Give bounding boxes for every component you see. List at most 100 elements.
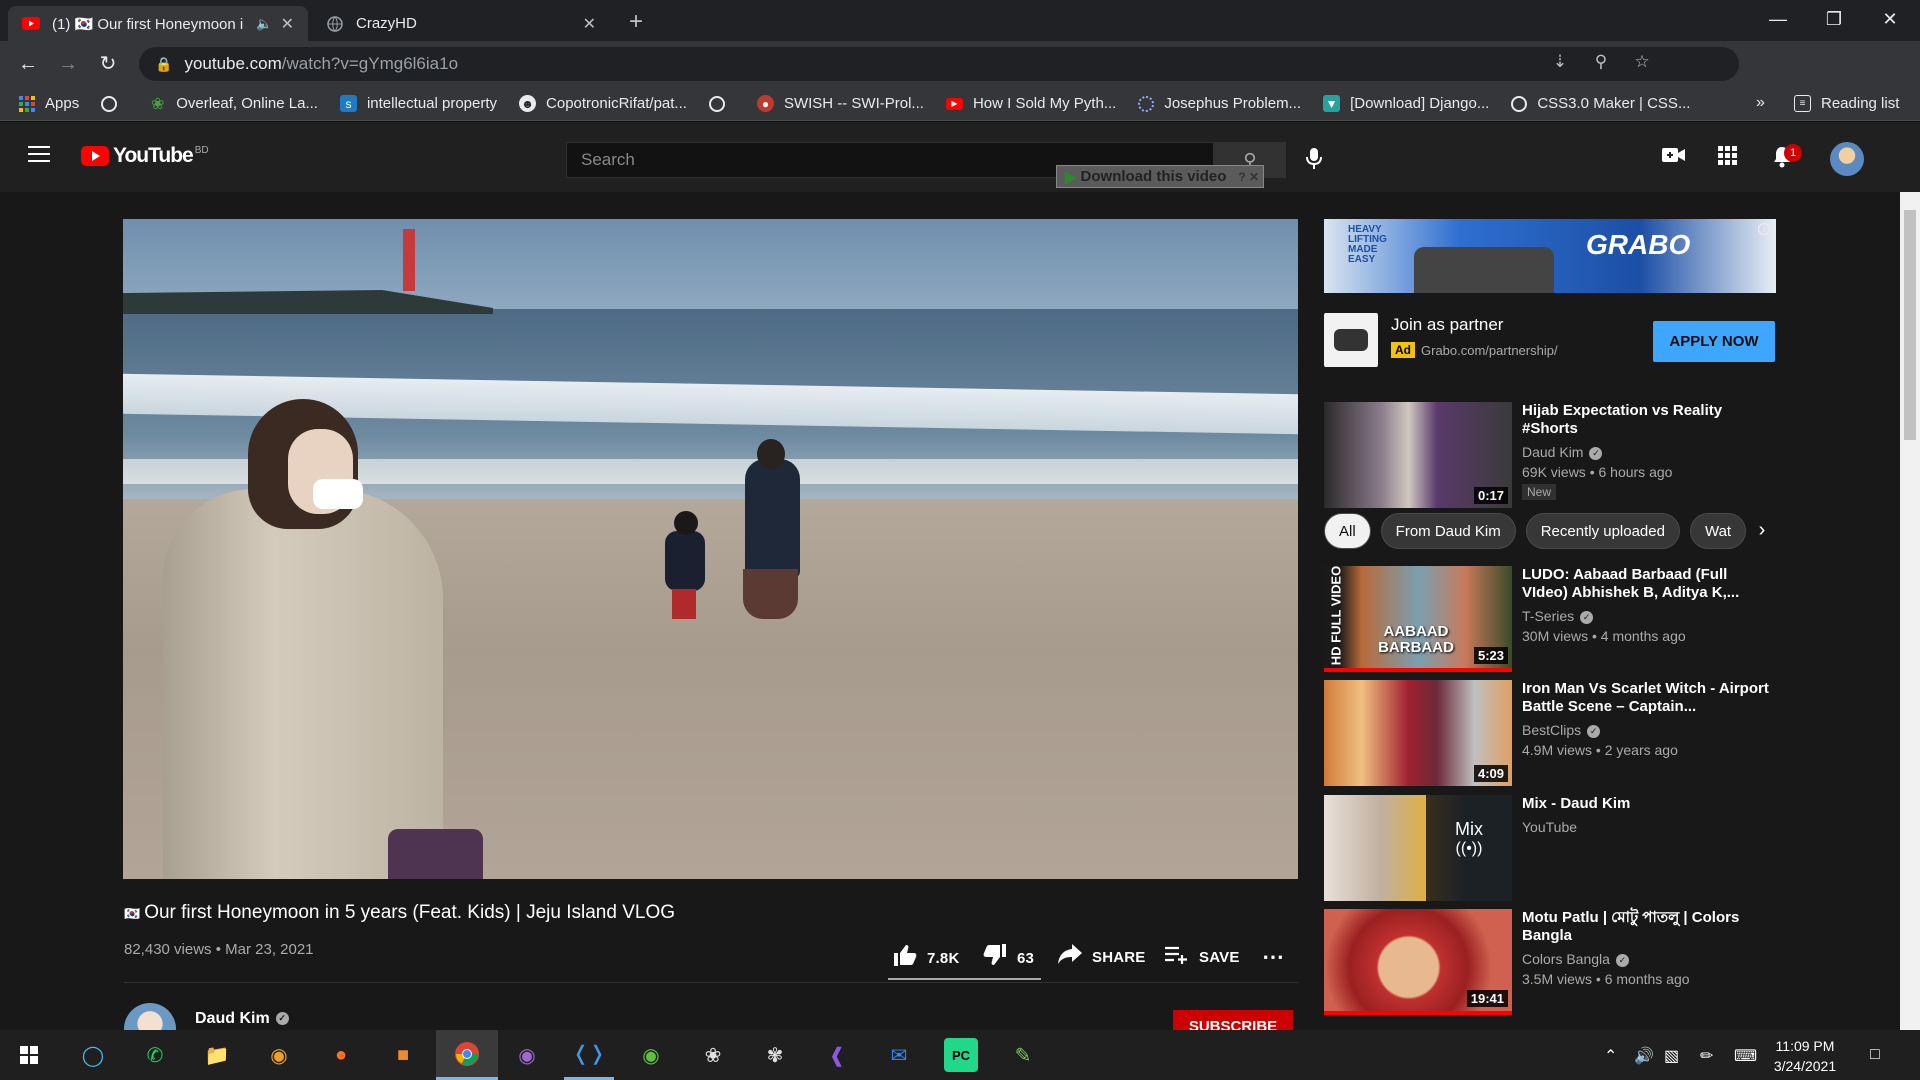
account-avatar[interactable] (1830, 142, 1864, 176)
microphone-icon[interactable] (1306, 148, 1322, 176)
bookmark-swish[interactable]: ● SWISH -- SWI-Prol... (756, 95, 924, 112)
more-bookmarks-icon[interactable]: » (1756, 94, 1765, 112)
restore-icon[interactable]: ❐ (1806, 0, 1862, 41)
video-player[interactable] (123, 219, 1298, 879)
whatsapp-icon[interactable]: ✆ (138, 1038, 172, 1072)
hamburger-menu-icon[interactable] (28, 146, 50, 162)
recommendation-item[interactable]: HD FULL VIDEO AABAAD BARBAAD 5:23 LUDO: … (1324, 566, 1776, 672)
address-bar[interactable]: 🔒 youtube.com/watch?v=gYmg6l6ia1o (139, 47, 1739, 81)
recommendation-title[interactable]: Motu Patlu | মোটু পাতলু | Colors Bangla (1522, 909, 1776, 945)
back-icon[interactable]: ← (14, 50, 42, 78)
close-tab-icon[interactable]: ✕ (281, 14, 294, 34)
satellite-icon[interactable]: ✾ (758, 1038, 792, 1072)
chrome-icon[interactable] (436, 1030, 498, 1080)
xampp-icon[interactable]: ■ (386, 1038, 420, 1072)
firefox-icon[interactable]: ● (324, 1038, 358, 1072)
speaker-muted-icon[interactable]: 🔈 (256, 16, 272, 32)
vscode-icon[interactable]: ❬❭ (564, 1030, 614, 1080)
bookmark-github[interactable]: ☻ CopotronicRifat/pat... (519, 95, 687, 112)
chevron-up-icon[interactable]: ⌃ (1604, 1046, 1617, 1066)
recommendation-title[interactable]: LUDO: Aabaad Barbaad (Full VIdeo) Abhish… (1522, 566, 1776, 602)
bookmark-intellectual-property[interactable]: s intellectual property (339, 95, 497, 112)
youtube-logo[interactable]: YouTube BD (81, 144, 209, 168)
minimize-icon[interactable]: — (1750, 0, 1806, 41)
share-button[interactable]: SHARE (1058, 944, 1146, 970)
bookmark-star-icon[interactable]: ☆ (1630, 50, 1654, 74)
recommendation-channel[interactable]: BestClips ✓ (1522, 722, 1601, 738)
recommendation-channel[interactable]: T-Series ✓ (1522, 608, 1594, 624)
recommendation-channel[interactable]: YouTube (1522, 819, 1577, 835)
install-app-icon[interactable]: ⇣ (1548, 50, 1572, 74)
forward-icon[interactable]: → (54, 50, 82, 78)
keyboard-icon[interactable]: ⌨ (1734, 1046, 1757, 1066)
video-thumbnail[interactable]: 0:17 (1324, 402, 1512, 508)
lock-icon[interactable]: 🔒 (155, 56, 172, 73)
notepad-icon[interactable]: ✎ (1006, 1038, 1040, 1072)
recommendation-channel[interactable]: Daud Kim ✓ (1522, 444, 1603, 460)
apply-now-button[interactable]: APPLY NOW (1653, 321, 1775, 362)
channel-name[interactable]: Daud Kim ✓ (195, 1010, 289, 1028)
action-center-icon[interactable]: □ (1870, 1046, 1880, 1064)
recommendation-title[interactable]: Mix - Daud Kim (1522, 795, 1776, 813)
chip-recently-uploaded[interactable]: Recently uploaded (1525, 513, 1680, 549)
more-actions-icon[interactable]: ⋯ (1262, 944, 1284, 970)
bookmark-youtube[interactable]: ▶ How I Sold My Pyth... (945, 95, 1116, 112)
chip-watched[interactable]: Wat (1689, 513, 1747, 549)
bookmark-globe-2[interactable] (708, 95, 735, 112)
messenger-icon[interactable]: ✉ (882, 1038, 916, 1072)
pycharm-icon[interactable]: PC (944, 1038, 978, 1072)
bookmark-apps[interactable]: Apps (18, 95, 79, 112)
bookmark-overleaf[interactable]: ❀ Overleaf, Online La... (149, 95, 318, 113)
dislike-button[interactable]: 63 (983, 944, 1034, 972)
system-clock[interactable]: 11:09 PM 3/24/2021 (1760, 1036, 1850, 1076)
scrollbar-thumb[interactable] (1904, 210, 1916, 440)
brave-icon[interactable]: ◉ (262, 1038, 296, 1072)
tab-youtube[interactable]: (1) 🇰🇷 Our first Honeymoon i 🔈 ✕ (8, 6, 308, 41)
bookmark-josephus[interactable]: Josephus Problem... (1138, 95, 1301, 112)
ad-info-icon[interactable]: i (1758, 223, 1770, 235)
pen-icon[interactable]: ✏ (1700, 1046, 1713, 1066)
chip-from-channel[interactable]: From Daud Kim (1380, 513, 1516, 549)
video-thumbnail[interactable]: 19:41 (1324, 909, 1512, 1015)
reading-list-button[interactable]: ≡ Reading list (1794, 95, 1899, 112)
close-window-icon[interactable]: ✕ (1862, 0, 1918, 41)
recommendation-item[interactable]: Mix ((•)) Mix - Daud Kim YouTube (1324, 795, 1776, 901)
ad-logo[interactable] (1324, 313, 1378, 367)
globe-app-icon[interactable]: ◉ (634, 1038, 668, 1072)
chevron-right-icon[interactable]: › (1748, 514, 1776, 546)
chip-all[interactable]: All (1324, 513, 1371, 549)
windows-start-icon[interactable] (12, 1038, 46, 1072)
zoom-icon[interactable]: ⚲ (1589, 50, 1613, 74)
recommendation-item[interactable]: 4:09 Iron Man Vs Scarlet Witch - Airport… (1324, 680, 1776, 786)
like-button[interactable]: 7.8K (893, 944, 960, 972)
recommendation-title[interactable]: Hijab Expectation vs Reality #Shorts (1522, 402, 1776, 438)
visual-studio-icon[interactable]: ❰ (820, 1038, 854, 1072)
bookmark-css[interactable]: CSS3.0 Maker | CSS... (1511, 95, 1690, 112)
recommendation-item[interactable]: 19:41 Motu Patlu | মোটু পাতলু | Colors B… (1324, 909, 1776, 1015)
download-video-button[interactable]: ▶ Download this video ? ✕ (1056, 165, 1264, 188)
new-tab-button[interactable]: + (622, 8, 650, 36)
github-desktop-icon[interactable]: ◉ (510, 1038, 544, 1072)
video-thumbnail[interactable]: Mix ((•)) (1324, 795, 1512, 901)
video-thumbnail[interactable]: 4:09 (1324, 680, 1512, 786)
reload-icon[interactable]: ↻ (94, 50, 122, 78)
recommendation-item[interactable]: 0:17 Hijab Expectation vs Reality #Short… (1324, 402, 1776, 508)
video-thumbnail[interactable]: HD FULL VIDEO AABAAD BARBAAD 5:23 (1324, 566, 1512, 672)
tab-crazyhd[interactable]: CrazyHD ✕ (312, 6, 610, 41)
network-icon[interactable]: ▧ (1664, 1046, 1679, 1066)
save-button[interactable]: SAVE (1165, 944, 1240, 970)
volume-icon[interactable]: 🔊 (1634, 1046, 1654, 1066)
bookmark-globe[interactable] (101, 95, 127, 112)
recommendation-title[interactable]: Iron Man Vs Scarlet Witch - Airport Batt… (1522, 680, 1776, 716)
bookmark-django[interactable]: ▼ [Download] Django... (1323, 95, 1489, 112)
recommendation-channel[interactable]: Colors Bangla ✓ (1522, 951, 1629, 967)
spyder-icon[interactable]: ❀ (696, 1038, 730, 1072)
ad-title[interactable]: Join as partner (1391, 315, 1503, 335)
ad-banner[interactable]: HEAVY LIFTING MADE EASY GRABO i (1324, 219, 1776, 293)
file-explorer-icon[interactable]: 📁 (200, 1038, 234, 1072)
create-video-icon[interactable] (1660, 146, 1688, 170)
cortana-icon[interactable]: ◯ (76, 1038, 110, 1072)
apps-icon[interactable] (1714, 146, 1742, 170)
close-tab-icon[interactable]: ✕ (583, 14, 596, 34)
help-icon[interactable]: ? ✕ (1238, 170, 1259, 184)
